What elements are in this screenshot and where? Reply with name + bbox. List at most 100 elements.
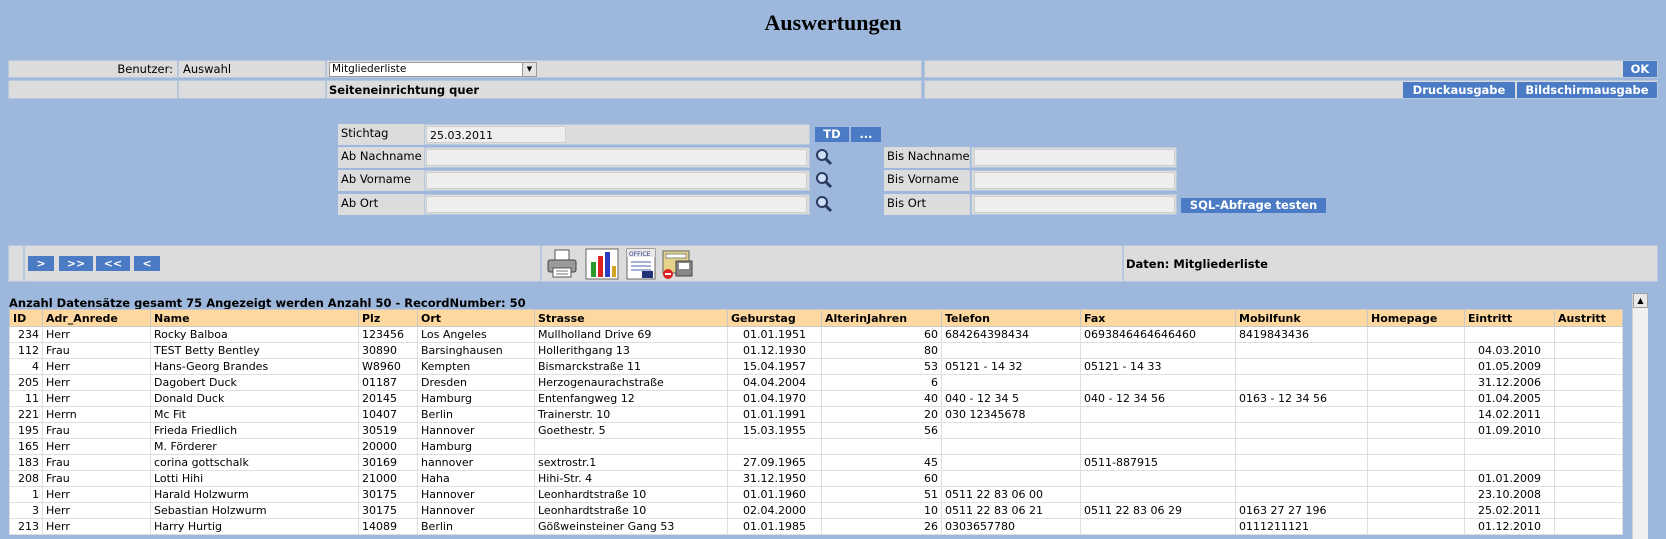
column-header[interactable]: Homepage	[1367, 309, 1465, 327]
table-cell: Hannover	[417, 486, 535, 503]
table-cell: 8419843436	[1235, 326, 1368, 343]
table-cell: Leonhardtstraße 10	[534, 486, 728, 503]
vertical-scrollbar[interactable]: ▲	[1632, 293, 1648, 539]
scroll-up-icon[interactable]: ▲	[1633, 293, 1648, 308]
chevron-down-icon[interactable]: ▼	[522, 63, 536, 76]
prev-page-button[interactable]: <	[134, 256, 160, 271]
daten-label: Daten: Mitgliederliste	[1126, 257, 1268, 271]
ok-button[interactable]: OK	[1623, 61, 1657, 77]
last-page-button[interactable]: >>	[59, 256, 93, 271]
table-cell	[1235, 374, 1368, 391]
column-header[interactable]: Adr_Anrede	[42, 309, 151, 327]
column-header[interactable]: Mobilfunk	[1235, 309, 1368, 327]
table-cell: 3	[9, 502, 43, 519]
ab-vorname-input[interactable]	[426, 172, 807, 189]
table-cell: sextrostr.1	[534, 454, 728, 471]
header-seiten-cell: Seiteneinrichtung quer	[326, 80, 922, 99]
header-benutzer-cell: Benutzer:	[8, 60, 178, 78]
bis-ort-input[interactable]	[974, 196, 1175, 213]
table-cell: 165	[9, 438, 43, 455]
table-cell	[1554, 326, 1623, 343]
druckausgabe-button[interactable]: Druckausgabe	[1403, 82, 1515, 98]
table-row[interactable]: 4 Herr Hans-Georg Brandes W8960 Kempten Bisma…	[9, 358, 1623, 375]
column-header[interactable]: Geburstag	[727, 309, 822, 327]
column-header[interactable]: Plz	[358, 309, 418, 327]
table-cell	[821, 438, 942, 455]
column-header[interactable]: Strasse	[534, 309, 728, 327]
table-cell: 01.01.2009	[1464, 470, 1555, 487]
table-cell: 56	[821, 422, 942, 439]
table-cell: 0163 27 27 196	[1235, 502, 1368, 519]
first-page-button[interactable]: <<	[96, 256, 130, 271]
table-cell: 684264398434	[941, 326, 1081, 343]
table-cell: 01187	[358, 374, 418, 391]
table-row[interactable]: 165 Herr M. Förderer 20000 Hamburg	[9, 438, 1623, 455]
ab-nachname-label: Ab Nachname	[338, 147, 424, 168]
table-cell: 30175	[358, 486, 418, 503]
bis-vorname-label: Bis Vorname	[884, 170, 970, 191]
column-header[interactable]: AlterinJahren	[821, 309, 942, 327]
column-header[interactable]: Name	[150, 309, 359, 327]
table-cell: 0511-887915	[1080, 454, 1236, 471]
table-cell	[1554, 358, 1623, 375]
sql-test-button[interactable]: SQL-Abfrage testen	[1181, 198, 1326, 213]
table-row[interactable]: 195 Frau Frieda Friedlich 30519 Hannover Goet…	[9, 422, 1623, 439]
column-header[interactable]: Eintritt	[1464, 309, 1555, 327]
table-row[interactable]: 183 Frau corina gottschalk 30169 hannover sex…	[9, 454, 1623, 471]
table-cell	[1367, 486, 1465, 503]
table-row[interactable]: 208 Frau Lotti Hihi 21000 Haha Hihi-Str. 4 31.…	[9, 470, 1623, 487]
table-cell: Haha	[417, 470, 535, 487]
search-icon[interactable]	[815, 171, 833, 189]
printer-icon[interactable]	[545, 248, 579, 280]
stichtag-input[interactable]: 25.03.2011	[426, 126, 566, 143]
table-row[interactable]: 221 Herrn Mc Fit 10407 Berlin Trainerstr. 10 0…	[9, 406, 1623, 423]
table-row[interactable]: 234 Herr Rocky Balboa 123456 Los Angeles Mull…	[9, 326, 1623, 343]
table-cell: 01.05.2009	[1464, 358, 1555, 375]
search-icon[interactable]	[815, 195, 833, 213]
table-row[interactable]: 213 Herr Harry Hurtig 14089 Berlin Gößweinste…	[9, 518, 1623, 535]
next-page-button[interactable]: >	[28, 256, 54, 271]
header-select-cell: Mitgliederliste ▼	[326, 60, 922, 78]
date-more-button[interactable]: ...	[851, 127, 881, 142]
column-header[interactable]: Austritt	[1554, 309, 1623, 327]
table-row[interactable]: 1 Herr Harald Holzwurm 30175 Hannover Leonhar…	[9, 486, 1623, 503]
page-title: Auswertungen	[764, 10, 902, 35]
table-cell	[1367, 390, 1465, 407]
table-cell	[1554, 502, 1623, 519]
ab-nachname-input[interactable]	[426, 149, 807, 166]
bis-vorname-input[interactable]	[974, 172, 1175, 189]
column-header[interactable]: ID	[9, 309, 43, 327]
table-cell: 21000	[358, 470, 418, 487]
table-cell: 234	[9, 326, 43, 343]
table-cell	[1080, 374, 1236, 391]
ab-ort-input[interactable]	[426, 196, 807, 213]
table-cell	[941, 470, 1081, 487]
table-cell: Leonhardtstraße 10	[534, 502, 728, 519]
seiteneinrichtung-label: Seiteneinrichtung quer	[329, 83, 480, 97]
chart-icon[interactable]	[585, 248, 619, 280]
bis-nachname-input[interactable]	[974, 149, 1175, 166]
table-cell: Herr	[42, 486, 151, 503]
table-row[interactable]: 3 Herr Sebastian Holzwurm 30175 Hannover Leon…	[9, 502, 1623, 519]
column-header[interactable]: Fax	[1080, 309, 1236, 327]
table-cell	[1554, 406, 1623, 423]
table-cell: Herr	[42, 518, 151, 535]
search-icon[interactable]	[815, 148, 833, 166]
bildschirmausgabe-button[interactable]: Bildschirmausgabe	[1517, 82, 1657, 98]
table-cell: 04.03.2010	[1464, 342, 1555, 359]
table-cell: 53	[821, 358, 942, 375]
report-select[interactable]: Mitgliederliste ▼	[329, 62, 537, 77]
column-header[interactable]: Ort	[417, 309, 535, 327]
export-icon[interactable]	[660, 248, 694, 280]
office-icon[interactable]: OFFICE	[624, 248, 658, 280]
table-cell: Donald Duck	[150, 390, 359, 407]
td-button[interactable]: TD	[815, 127, 849, 142]
table-cell: 40	[821, 390, 942, 407]
table-cell: Herrn	[42, 406, 151, 423]
table-row[interactable]: 112 Frau TEST Betty Bentley 30890 Barsinghau…	[9, 342, 1623, 359]
table-cell	[1554, 390, 1623, 407]
table-cell: Berlin	[417, 518, 535, 535]
table-row[interactable]: 205 Herr Dagobert Duck 01187 Dresden Herzogen…	[9, 374, 1623, 391]
table-row[interactable]: 11 Herr Donald Duck 20145 Hamburg Entenfangwe…	[9, 390, 1623, 407]
column-header[interactable]: Telefon	[941, 309, 1081, 327]
